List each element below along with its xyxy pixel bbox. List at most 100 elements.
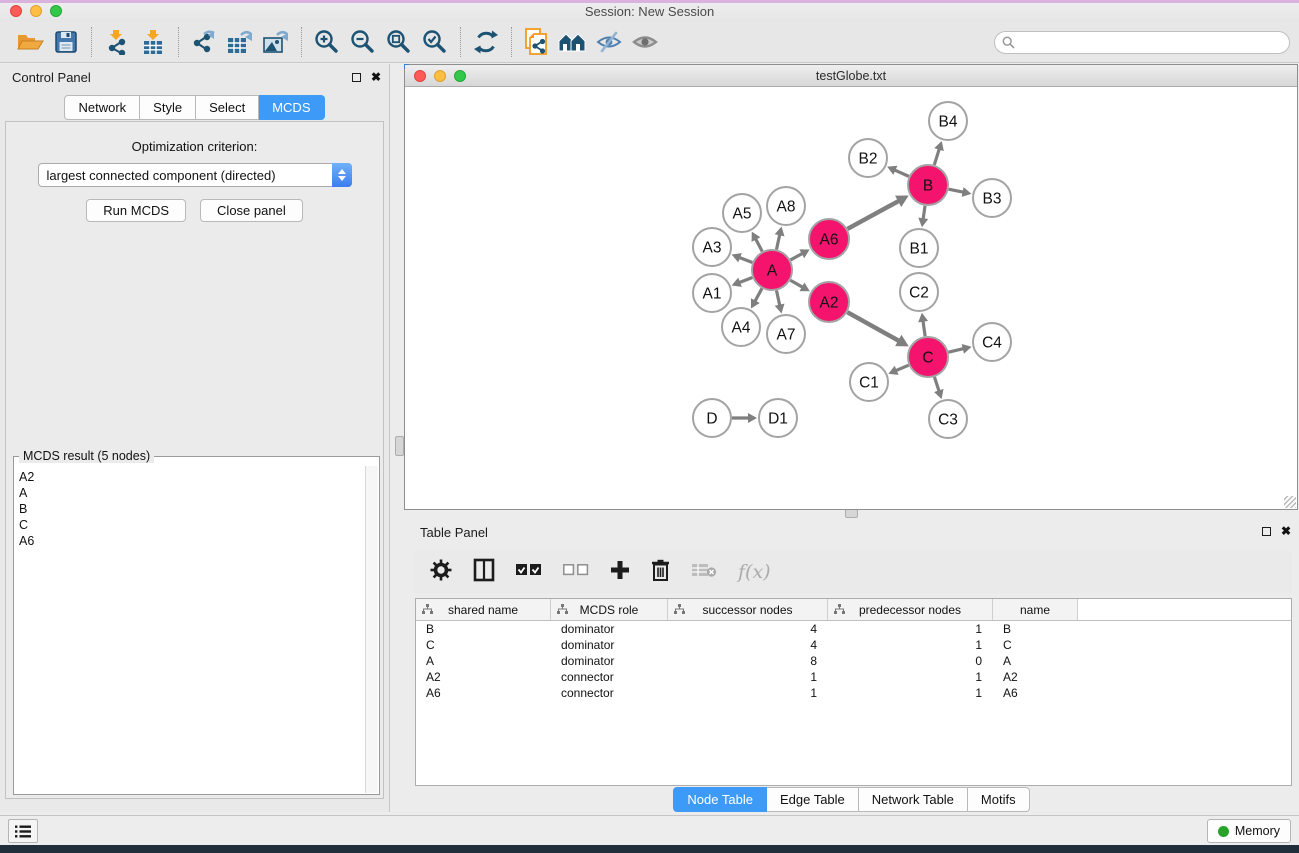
add-column-button[interactable] [610, 560, 630, 585]
table-panel: Table Panel ✖ [404, 518, 1299, 812]
result-item-A2[interactable]: A2 [19, 469, 365, 485]
graph-edge-C-C4[interactable] [948, 349, 963, 353]
graph-arrowhead-A-A8 [775, 227, 785, 237]
close-table-panel-icon[interactable]: ✖ [1281, 525, 1291, 537]
graph-edge-A-A3[interactable] [739, 257, 752, 262]
table-row-A6[interactable]: A6connector11A6 [416, 685, 1291, 701]
export-table-button[interactable] [222, 26, 258, 58]
result-item-A[interactable]: A [19, 485, 365, 501]
table-row-A[interactable]: Adominator80A [416, 653, 1291, 669]
graph-edge-A-A8[interactable] [776, 234, 779, 249]
table-toolbar: f(x) [415, 551, 1292, 593]
network-close-button[interactable] [414, 70, 426, 82]
run-mcds-button[interactable]: Run MCDS [86, 199, 186, 222]
graph-edge-A2-C[interactable] [847, 312, 899, 341]
unchecked-boxes-icon [563, 564, 589, 576]
result-item-B[interactable]: B [19, 501, 365, 517]
tab-mcds[interactable]: MCDS [259, 95, 324, 120]
export-network-button[interactable] [186, 26, 222, 58]
close-panel-icon[interactable]: ✖ [371, 71, 381, 83]
mcds-result-title: MCDS result (5 nodes) [19, 449, 154, 463]
list-icon [15, 825, 31, 838]
graph-edge-A-A2[interactable] [790, 280, 803, 287]
close-window-button[interactable] [10, 5, 22, 17]
tab-network[interactable]: Network [64, 95, 140, 120]
network-frame-titlebar[interactable]: testGlobe.txt [405, 65, 1297, 87]
frame-resize-grip[interactable] [1284, 496, 1296, 508]
search-input[interactable] [994, 31, 1290, 54]
tab-edge-table[interactable]: Edge Table [767, 787, 859, 812]
network-zoom-button[interactable] [454, 70, 466, 82]
table-row-B[interactable]: Bdominator41B [416, 621, 1291, 637]
tab-motifs[interactable]: Motifs [968, 787, 1030, 812]
import-table-button[interactable] [135, 26, 171, 58]
refresh-button[interactable] [468, 26, 504, 58]
table-row-A2[interactable]: A2connector11A2 [416, 669, 1291, 685]
select-all-rows-button[interactable] [516, 563, 542, 581]
tab-select[interactable]: Select [196, 95, 259, 120]
zoom-fit-button[interactable] [381, 26, 417, 58]
open-session-button[interactable] [12, 26, 48, 58]
column-header-MCDS-role[interactable]: MCDS role [551, 599, 668, 620]
delete-column-button[interactable] [651, 559, 670, 586]
result-item-A6[interactable]: A6 [19, 533, 365, 549]
graph-edge-A-A1[interactable] [739, 278, 752, 283]
home-button[interactable] [555, 26, 591, 58]
column-header-predecessor-nodes[interactable]: predecessor nodes [828, 599, 993, 620]
vertical-splitter-grip[interactable] [395, 436, 404, 456]
network-canvas[interactable]: B4B2BB3A8A5A6A3B1AA1C2A2A4A7C4CC1C3DD1 [405, 87, 1297, 509]
save-session-button[interactable] [48, 26, 84, 58]
task-history-button[interactable] [8, 819, 38, 843]
cell-predecessor-nodes: 1 [828, 686, 993, 700]
deselect-all-rows-button[interactable] [563, 563, 589, 581]
criterion-select[interactable]: largest connected component (directed) [38, 163, 352, 187]
tab-style[interactable]: Style [140, 95, 196, 120]
table-row-C[interactable]: Cdominator41C [416, 637, 1291, 653]
show-visibility-button[interactable] [627, 26, 663, 58]
graph-edge-B-B1[interactable] [923, 206, 925, 220]
float-panel-icon[interactable] [352, 73, 361, 82]
graph-edge-C-C2[interactable] [923, 321, 925, 336]
result-item-C[interactable]: C [19, 517, 365, 533]
graph-edge-A-A5[interactable] [756, 239, 763, 252]
zoom-in-button[interactable] [309, 26, 345, 58]
tab-node-table[interactable]: Node Table [673, 787, 767, 812]
memory-button[interactable]: Memory [1207, 819, 1291, 843]
function-builder-button[interactable]: f(x) [738, 561, 771, 583]
close-panel-button[interactable]: Close panel [200, 199, 303, 222]
zoom-window-button[interactable] [50, 5, 62, 17]
houses-icon [558, 31, 588, 53]
column-header-successor-nodes[interactable]: successor nodes [668, 599, 828, 620]
float-table-panel-icon[interactable] [1262, 527, 1271, 536]
node-table: shared nameMCDS rolesuccessor nodesprede… [415, 598, 1292, 786]
cell-name: A [993, 654, 1078, 668]
graph-edge-B-B4[interactable] [934, 149, 939, 165]
hide-visibility-button[interactable] [591, 26, 627, 58]
column-header-shared-name[interactable]: shared name [416, 599, 551, 620]
table-settings-button[interactable] [430, 559, 452, 586]
zoom-out-button[interactable] [345, 26, 381, 58]
graph-edge-A6-B[interactable] [847, 201, 899, 229]
graph-node-label-C3: C3 [938, 412, 958, 429]
import-network-button[interactable] [99, 26, 135, 58]
new-network-from-selection-button[interactable] [519, 26, 555, 58]
graph-edge-A-A4[interactable] [755, 288, 762, 301]
export-image-button[interactable] [258, 26, 294, 58]
graph-edge-A-A6[interactable] [790, 253, 802, 260]
graph-edge-B-B3[interactable] [949, 189, 964, 192]
graph-node-label-D1: D1 [768, 411, 788, 428]
delete-table-button[interactable] [691, 562, 717, 583]
tab-network-table[interactable]: Network Table [859, 787, 968, 812]
graph-edge-C-C1[interactable] [896, 365, 909, 370]
column-header-name[interactable]: name [993, 599, 1078, 620]
graph-edge-B-B2[interactable] [894, 170, 908, 176]
graph-edge-C-C3[interactable] [934, 377, 939, 391]
horizontal-splitter-grip[interactable] [845, 509, 858, 518]
cell-MCDS-role: dominator [551, 622, 668, 636]
graph-edge-A-A7[interactable] [776, 291, 779, 306]
result-scrollbar[interactable] [365, 466, 378, 793]
network-minimize-button[interactable] [434, 70, 446, 82]
select-columns-button[interactable] [473, 558, 495, 587]
zoom-selected-button[interactable] [417, 26, 453, 58]
minimize-window-button[interactable] [30, 5, 42, 17]
